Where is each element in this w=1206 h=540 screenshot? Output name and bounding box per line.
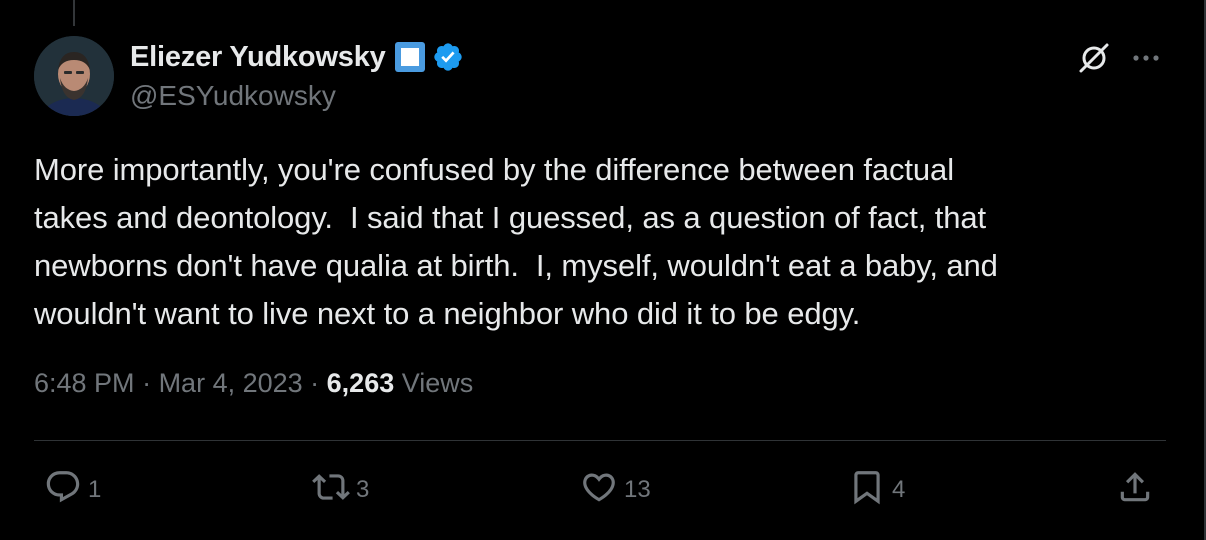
views-label: Views bbox=[394, 368, 474, 398]
divider bbox=[34, 440, 1166, 441]
reply-icon bbox=[44, 468, 82, 513]
author-display-name[interactable]: Eliezer Yudkowsky bbox=[130, 41, 386, 74]
share-button[interactable] bbox=[1116, 470, 1154, 510]
meta-separator: · bbox=[134, 368, 159, 398]
blue-square-icon bbox=[394, 41, 426, 73]
more-icon[interactable] bbox=[1128, 44, 1164, 72]
reply-button[interactable]: 1 bbox=[44, 470, 101, 510]
repost-button[interactable]: 3 bbox=[312, 470, 369, 510]
tweet-date[interactable]: Mar 4, 2023 bbox=[159, 368, 303, 399]
tweet-metadata: 6:48 PM · Mar 4, 2023 · 6,263 Views bbox=[34, 368, 473, 399]
share-icon bbox=[1116, 468, 1154, 513]
bookmark-button[interactable]: 4 bbox=[848, 470, 905, 510]
author-name-row: Eliezer Yudkowsky bbox=[130, 39, 464, 75]
avatar[interactable] bbox=[34, 36, 114, 116]
repost-icon bbox=[312, 468, 350, 513]
grok-icon[interactable] bbox=[1076, 40, 1112, 76]
meta-separator: · bbox=[302, 368, 327, 398]
reply-count: 1 bbox=[88, 476, 102, 503]
tweet-text: More importantly, you're confused by the… bbox=[34, 152, 998, 331]
verified-badge-icon[interactable] bbox=[432, 41, 464, 73]
repost-count: 3 bbox=[356, 476, 370, 503]
bookmark-icon bbox=[848, 468, 886, 513]
tweet-container: Eliezer Yudkowsky @ESYudkowsky More impo… bbox=[0, 0, 1206, 540]
author-handle[interactable]: @ESYudkowsky bbox=[130, 80, 336, 112]
avatar-image bbox=[34, 36, 114, 116]
views-count: 6,263 bbox=[326, 368, 395, 398]
like-count: 13 bbox=[624, 476, 651, 503]
heart-icon bbox=[580, 468, 618, 513]
bookmark-count: 4 bbox=[892, 476, 906, 503]
like-button[interactable]: 13 bbox=[580, 470, 651, 510]
thread-connector-line bbox=[73, 0, 75, 26]
tweet-time[interactable]: 6:48 PM bbox=[34, 368, 135, 399]
